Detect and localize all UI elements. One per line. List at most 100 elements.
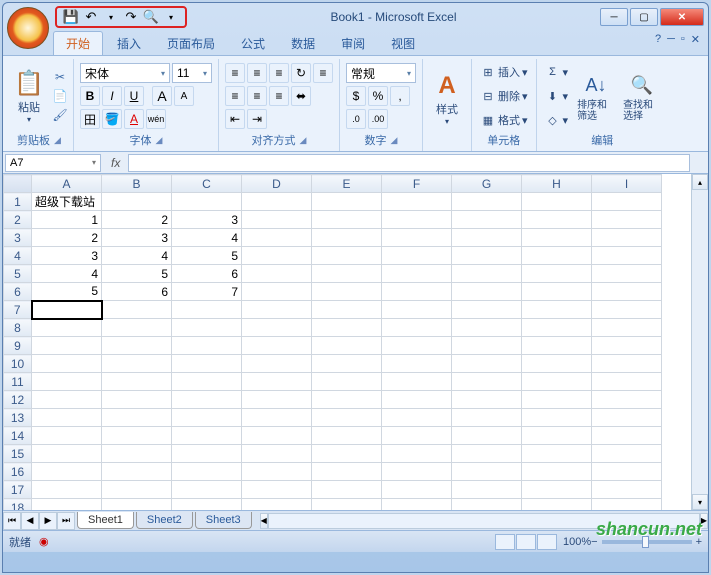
row-header-14[interactable]: 14	[4, 427, 32, 445]
cell-A10[interactable]	[32, 355, 102, 373]
cell-H16[interactable]	[522, 463, 592, 481]
cell-D6[interactable]	[242, 283, 312, 301]
cell-C11[interactable]	[172, 373, 242, 391]
redo-icon[interactable]: ↷	[123, 9, 139, 25]
cell-B12[interactable]	[102, 391, 172, 409]
cell-I2[interactable]	[592, 211, 662, 229]
cell-C17[interactable]	[172, 481, 242, 499]
cell-H5[interactable]	[522, 265, 592, 283]
cell-C3[interactable]: 4	[172, 229, 242, 247]
cell-E18[interactable]	[312, 499, 382, 511]
cell-A8[interactable]	[32, 319, 102, 337]
print-preview-icon[interactable]: 🔍	[143, 9, 159, 25]
cell-C14[interactable]	[172, 427, 242, 445]
tab-home[interactable]: 开始	[53, 31, 103, 55]
number-format-dropdown[interactable]: 常规▾	[346, 63, 416, 83]
cell-I16[interactable]	[592, 463, 662, 481]
cell-A2[interactable]: 1	[32, 211, 102, 229]
cell-I1[interactable]	[592, 193, 662, 211]
col-header-F[interactable]: F	[382, 175, 452, 193]
undo-icon[interactable]: ↶	[83, 9, 99, 25]
decrease-indent[interactable]: ⇤	[225, 109, 245, 129]
cell-G15[interactable]	[452, 445, 522, 463]
cell-F16[interactable]	[382, 463, 452, 481]
cell-I3[interactable]	[592, 229, 662, 247]
select-all[interactable]	[4, 175, 32, 193]
sheet-nav-next[interactable]: ▶	[39, 512, 57, 530]
cell-B17[interactable]	[102, 481, 172, 499]
name-box[interactable]: A7▾	[5, 154, 101, 172]
cell-F15[interactable]	[382, 445, 452, 463]
tab-review[interactable]: 审阅	[329, 32, 377, 55]
fill-menu[interactable]: ⬇▾	[541, 86, 573, 107]
formula-input[interactable]	[128, 154, 690, 172]
cell-C7[interactable]	[172, 301, 242, 319]
row-header-13[interactable]: 13	[4, 409, 32, 427]
cell-H13[interactable]	[522, 409, 592, 427]
cell-A16[interactable]	[32, 463, 102, 481]
format-painter-icon[interactable]: 🖌	[51, 106, 69, 124]
cell-C15[interactable]	[172, 445, 242, 463]
view-pagelayout[interactable]	[516, 534, 536, 550]
row-header-18[interactable]: 18	[4, 499, 32, 511]
col-header-C[interactable]: C	[172, 175, 242, 193]
cell-D2[interactable]	[242, 211, 312, 229]
cell-D16[interactable]	[242, 463, 312, 481]
cell-A17[interactable]	[32, 481, 102, 499]
cut-icon[interactable]: ✂	[51, 68, 69, 86]
cell-F4[interactable]	[382, 247, 452, 265]
cell-H12[interactable]	[522, 391, 592, 409]
cell-H15[interactable]	[522, 445, 592, 463]
phonetic-button[interactable]: wén	[146, 109, 166, 129]
cell-H2[interactable]	[522, 211, 592, 229]
cell-D14[interactable]	[242, 427, 312, 445]
cell-G2[interactable]	[452, 211, 522, 229]
clear-menu[interactable]: ◇▾	[541, 110, 573, 131]
wrap-text[interactable]: ≡	[313, 63, 333, 83]
cell-D11[interactable]	[242, 373, 312, 391]
cell-A1[interactable]: 超级下载站	[32, 193, 102, 211]
qat-customize[interactable]: ▾	[163, 9, 179, 25]
cell-G5[interactable]	[452, 265, 522, 283]
cell-I8[interactable]	[592, 319, 662, 337]
border-button[interactable]: 田	[80, 109, 100, 129]
cell-I12[interactable]	[592, 391, 662, 409]
cell-C4[interactable]: 5	[172, 247, 242, 265]
cell-A5[interactable]: 4	[32, 265, 102, 283]
cell-H14[interactable]	[522, 427, 592, 445]
orientation[interactable]: ↻	[291, 63, 311, 83]
doc-minimize[interactable]: ─	[667, 33, 675, 46]
save-icon[interactable]: 💾	[63, 9, 79, 25]
cell-H3[interactable]	[522, 229, 592, 247]
cell-I14[interactable]	[592, 427, 662, 445]
cell-C12[interactable]	[172, 391, 242, 409]
percent-button[interactable]: %	[368, 86, 388, 106]
cell-H9[interactable]	[522, 337, 592, 355]
row-header-11[interactable]: 11	[4, 373, 32, 391]
find-select-button[interactable]: 🔍 查找和选择	[620, 61, 664, 131]
zoom-slider[interactable]	[602, 540, 692, 544]
align-bottom[interactable]: ≡	[269, 63, 289, 83]
cell-F5[interactable]	[382, 265, 452, 283]
italic-button[interactable]: I	[102, 86, 122, 106]
cell-H10[interactable]	[522, 355, 592, 373]
paste-button[interactable]: 📋 粘贴 ▾	[9, 61, 49, 131]
col-header-H[interactable]: H	[522, 175, 592, 193]
cell-E5[interactable]	[312, 265, 382, 283]
cell-F10[interactable]	[382, 355, 452, 373]
cell-G7[interactable]	[452, 301, 522, 319]
cell-B18[interactable]	[102, 499, 172, 511]
fx-icon[interactable]: fx	[103, 156, 128, 170]
sheet-tab-3[interactable]: Sheet3	[195, 512, 252, 529]
cell-C1[interactable]	[172, 193, 242, 211]
cell-F11[interactable]	[382, 373, 452, 391]
increase-indent[interactable]: ⇥	[247, 109, 267, 129]
clipboard-dialog-launcher[interactable]: ◢	[54, 135, 61, 146]
row-header-17[interactable]: 17	[4, 481, 32, 499]
cell-G1[interactable]	[452, 193, 522, 211]
cell-D10[interactable]	[242, 355, 312, 373]
row-header-7[interactable]: 7	[4, 301, 32, 319]
cell-F3[interactable]	[382, 229, 452, 247]
currency-button[interactable]: $	[346, 86, 366, 106]
cell-B5[interactable]: 5	[102, 265, 172, 283]
